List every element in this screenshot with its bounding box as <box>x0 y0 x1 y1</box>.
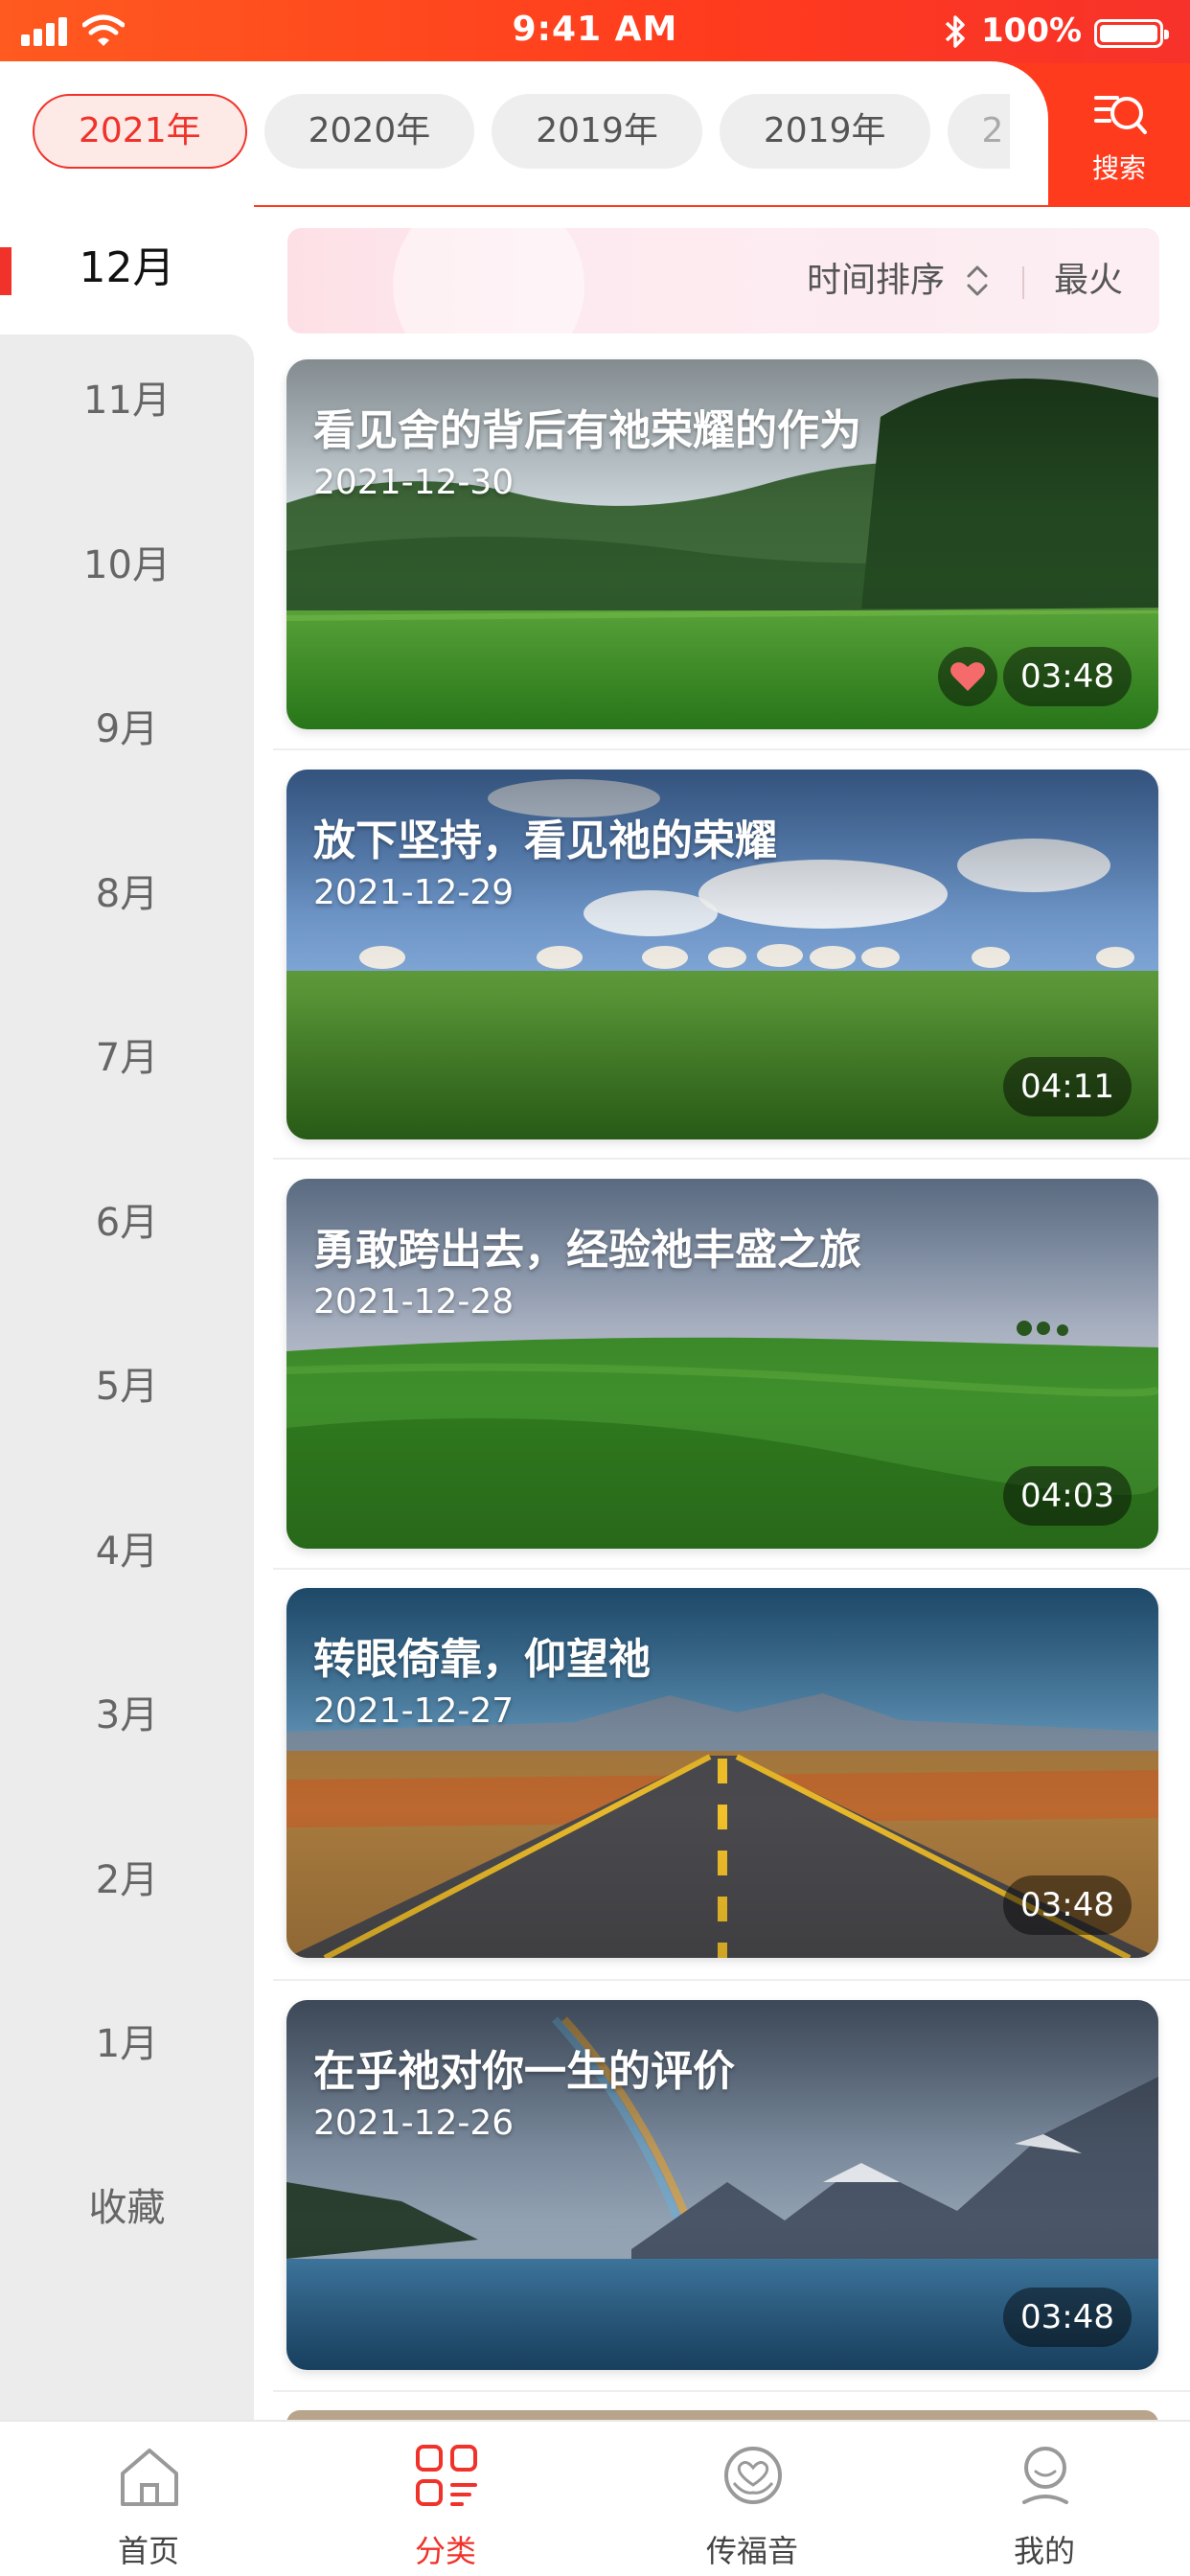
video-duration: 03:48 <box>1003 2288 1132 2347</box>
list-divider <box>273 748 1190 750</box>
tab-profile[interactable]: 我的 <box>896 2422 1190 2576</box>
year-chip-more[interactable]: 2 <box>947 94 1011 169</box>
list-divider <box>273 2390 1190 2392</box>
video-date: 2021-12-28 <box>313 1282 515 1322</box>
sidebar-month-9[interactable]: 9月 <box>0 681 254 777</box>
sidebar-month-6[interactable]: 6月 <box>0 1175 254 1271</box>
video-date: 2021-12-26 <box>313 2104 515 2143</box>
year-filter-bar: 2021年 2020年 2019年 2019年 2 <box>0 61 1048 205</box>
tab-home[interactable]: 首页 <box>0 2422 297 2576</box>
video-date: 2021-12-27 <box>313 1691 515 1731</box>
video-date: 2021-12-30 <box>313 463 515 502</box>
year-chip-2019[interactable]: 2019年 <box>492 94 702 169</box>
video-card[interactable]: 转眼倚靠，仰望祂 2021-12-27 03:48 <box>286 1588 1158 1958</box>
tab-category-label: 分类 <box>414 2533 476 2569</box>
home-icon <box>121 2449 178 2506</box>
search-label: 搜索 <box>1091 152 1146 184</box>
year-chip-2020[interactable]: 2020年 <box>263 94 475 169</box>
sort-bar-decoration <box>393 228 584 334</box>
time-sort-button[interactable]: 时间排序 <box>807 228 945 334</box>
list-divider <box>273 1979 1190 1981</box>
sidebar-month-5[interactable]: 5月 <box>0 1339 254 1435</box>
list-divider <box>273 1568 1190 1570</box>
list-divider <box>273 1158 1190 1160</box>
bottom-tab-bar: 首页 分类 传福音 我的 <box>0 2420 1190 2576</box>
sidebar-month-3[interactable]: 3月 <box>0 1668 254 1763</box>
sidebar-month-11[interactable]: 11月 <box>0 353 254 448</box>
sort-bar: 时间排序 最火 <box>287 228 1159 334</box>
year-chip-2021[interactable]: 2021年 <box>33 94 247 169</box>
favorite-button[interactable] <box>938 647 997 706</box>
chevron-down-icon <box>1009 117 1011 146</box>
profile-icon <box>1022 2447 1068 2504</box>
sidebar-month-8[interactable]: 8月 <box>0 846 254 942</box>
year-chip-2019-b[interactable]: 2019年 <box>719 94 930 169</box>
sidebar-month-2[interactable]: 2月 <box>0 1832 254 1928</box>
year-chip-more-label: 2 <box>981 111 1004 150</box>
sidebar-month-10[interactable]: 10月 <box>0 518 254 613</box>
sidebar-favorites[interactable]: 收藏 <box>0 2160 254 2256</box>
video-card[interactable]: 看见舍的背后有祂荣耀的作为 2021-12-30 03:48 <box>286 359 1158 729</box>
hot-sort-button[interactable]: 最火 <box>1054 228 1123 334</box>
category-icon <box>416 2445 477 2506</box>
tab-gospel-label: 传福音 <box>705 2533 798 2569</box>
status-bar: 9:41 AM 100% <box>0 0 1190 63</box>
video-duration: 04:11 <box>1003 1057 1132 1116</box>
video-date: 2021-12-29 <box>313 873 515 912</box>
video-title: 勇敢跨出去，经验祂丰盛之旅 <box>313 1226 861 1275</box>
search-icon <box>1094 96 1147 134</box>
video-duration: 03:48 <box>1003 647 1132 706</box>
sidebar-month-4[interactable]: 4月 <box>0 1504 254 1599</box>
video-title: 转眼倚靠，仰望祂 <box>313 1635 651 1684</box>
tab-gospel[interactable]: 传福音 <box>604 2422 901 2576</box>
battery-percent: 100% <box>981 12 1083 50</box>
video-card[interactable]: 在乎祂对你一生的评价 2021-12-26 03:48 <box>286 2000 1158 2370</box>
year-chips: 2021年 2020年 2019年 2019年 2 <box>33 94 1010 171</box>
sidebar-month-1[interactable]: 1月 <box>0 1996 254 2092</box>
sidebar-month-7[interactable]: 7月 <box>0 1010 254 1106</box>
video-duration: 04:03 <box>1003 1466 1132 1526</box>
tab-profile-label: 我的 <box>1013 2533 1075 2569</box>
video-title: 看见舍的背后有祂荣耀的作为 <box>313 406 861 455</box>
video-card[interactable]: 放下坚持，看见祂的荣耀 2021-12-29 04:11 <box>286 770 1158 1139</box>
battery-icon <box>1094 19 1169 48</box>
heart-icon <box>950 662 985 691</box>
video-title: 在乎祂对你一生的评价 <box>313 2047 735 2096</box>
video-card[interactable]: 勇敢跨出去，经验祂丰盛之旅 2021-12-28 04:03 <box>286 1179 1158 1549</box>
search-button[interactable]: 搜索 <box>1048 67 1190 205</box>
tab-home-label: 首页 <box>117 2533 179 2569</box>
tab-category[interactable]: 分类 <box>297 2422 594 2576</box>
gospel-hands-icon <box>724 2447 782 2504</box>
sidebar-month-12[interactable]: 12月 <box>0 220 254 316</box>
sort-updown-icon <box>967 265 988 296</box>
sort-divider <box>1022 266 1024 299</box>
bluetooth-icon <box>945 15 965 48</box>
video-duration: 03:48 <box>1003 1875 1132 1935</box>
video-title: 放下坚持，看见祂的荣耀 <box>313 816 777 865</box>
